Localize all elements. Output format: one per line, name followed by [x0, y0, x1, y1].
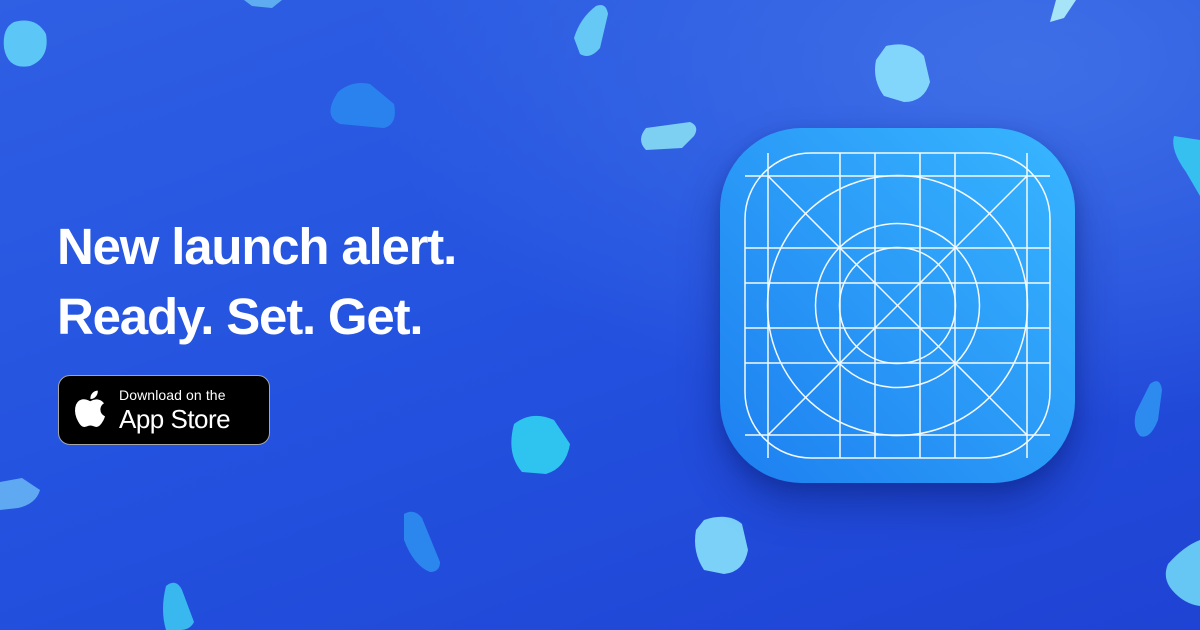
confetti-piece — [511, 415, 570, 474]
confetti-piece — [1165, 540, 1200, 606]
confetti-piece — [695, 516, 748, 574]
confetti-piece — [1134, 381, 1162, 437]
confetti-piece — [574, 5, 608, 56]
headline-line-2: Ready. Set. Get. — [57, 288, 424, 345]
confetti-piece — [0, 478, 40, 510]
confetti-piece — [330, 83, 395, 128]
app-store-badge-button[interactable]: Download on the App Store — [58, 375, 270, 445]
app-icon-grid-template-icon — [720, 128, 1075, 483]
headline: New launch alert. Ready. Set. Get. — [57, 212, 457, 352]
confetti-piece — [244, 0, 282, 8]
headline-line-1: New launch alert. — [57, 218, 457, 275]
confetti-piece — [404, 511, 440, 572]
confetti-piece — [641, 122, 697, 150]
confetti-piece — [3, 20, 47, 67]
confetti-piece — [1173, 136, 1200, 196]
confetti-piece — [1050, 0, 1076, 22]
confetti-piece — [163, 582, 194, 630]
badge-download-label: Download on the — [119, 387, 226, 403]
apple-logo-icon — [75, 390, 105, 428]
confetti-piece — [875, 44, 930, 102]
badge-app-store-label: App Store — [119, 404, 231, 434]
app-icon — [720, 128, 1075, 483]
